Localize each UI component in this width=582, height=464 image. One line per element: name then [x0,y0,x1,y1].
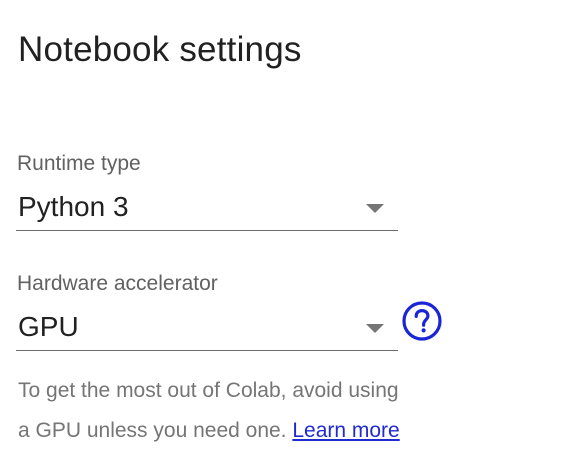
notebook-settings-dialog: Notebook settings Runtime type Python 3 … [0,0,582,464]
hint-line-1: To get the most out of Colab, avoid usin… [18,379,399,402]
hint-line-2-text: a GPU unless you need one. [18,419,293,442]
hint-line-2: a GPU unless you need one. Learn more [18,411,468,451]
dropdown-arrow-icon [366,324,384,333]
hardware-accelerator-label: Hardware accelerator [17,272,218,295]
runtime-type-label: Runtime type [17,152,141,175]
runtime-type-select[interactable]: Python 3 [16,188,398,231]
runtime-type-value: Python 3 [18,191,129,222]
learn-more-link[interactable]: Learn more [292,419,399,442]
hardware-accelerator-value: GPU [18,311,79,342]
dialog-title: Notebook settings [18,30,302,69]
dropdown-arrow-icon [366,204,384,213]
help-circle-icon[interactable] [401,300,443,342]
hardware-accelerator-select[interactable]: GPU [16,308,398,351]
gpu-hint-text: To get the most out of Colab, avoid usin… [18,371,468,451]
